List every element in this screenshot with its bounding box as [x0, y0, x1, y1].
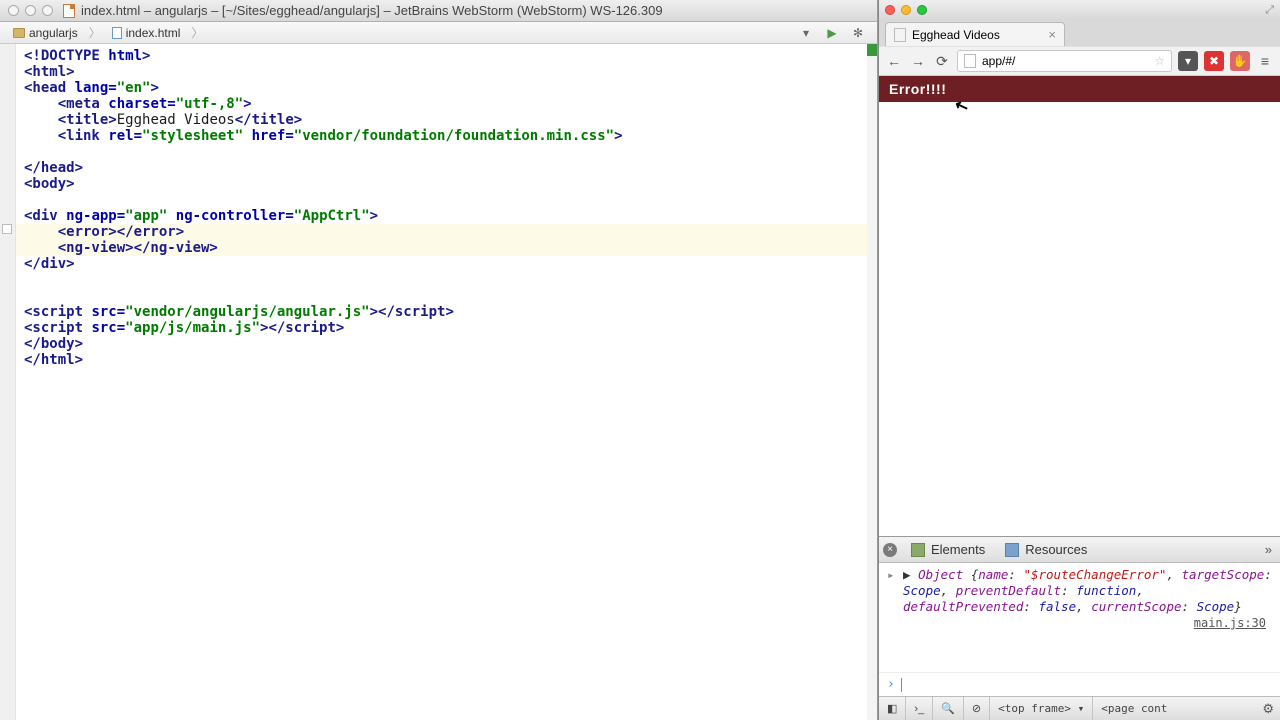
- close-icon: ×: [883, 543, 897, 557]
- maximize-icon[interactable]: ⤢: [1265, 4, 1274, 17]
- browser-tabstrip[interactable]: Egghead Videos ×: [879, 20, 1280, 46]
- console-toggle-icon[interactable]: ›_: [906, 697, 933, 720]
- breadcrumb-project[interactable]: angularjs: [6, 23, 85, 43]
- extension-icon[interactable]: ✋: [1230, 51, 1250, 71]
- console-source-link[interactable]: main.js:30: [903, 615, 1272, 631]
- search-icon[interactable]: 🔍: [933, 697, 964, 720]
- minimize-icon[interactable]: [901, 5, 911, 15]
- error-banner: Error!!!! ↖: [879, 76, 1280, 102]
- gear-icon[interactable]: ✻: [849, 24, 867, 42]
- console-input[interactable]: [901, 678, 1272, 692]
- code-editor[interactable]: <!DOCTYPE html> <html> <head lang="en"> …: [0, 44, 877, 720]
- forward-icon[interactable]: →: [909, 52, 927, 70]
- zoom-icon[interactable]: [42, 5, 53, 16]
- breadcrumb-label: angularjs: [29, 26, 78, 40]
- dock-icon[interactable]: ◧: [879, 697, 906, 720]
- tab-label: Elements: [931, 542, 985, 557]
- breadcrumb-label: index.html: [126, 26, 181, 40]
- console-prompt[interactable]: ›: [879, 672, 1280, 696]
- browser-window: ⤢ Egghead Videos × ← → ⟳ app/#/ ☆ ▾ ✖ ✋ …: [878, 0, 1280, 720]
- resources-icon: [1005, 543, 1019, 557]
- more-tabs-icon[interactable]: »: [1257, 542, 1280, 557]
- devtools-close-button[interactable]: ×: [879, 539, 901, 561]
- expand-arrow-icon[interactable]: ▸: [887, 567, 895, 583]
- cursor-icon: ↖: [952, 94, 972, 118]
- frame-selector[interactable]: <top frame> ▾: [990, 697, 1093, 720]
- ide-title-text: index.html – angularjs – [~/Sites/egghea…: [81, 3, 663, 18]
- page-icon: [894, 28, 906, 42]
- tab-label: Resources: [1025, 542, 1087, 557]
- ide-title: index.html – angularjs – [~/Sites/egghea…: [63, 3, 869, 18]
- bookmark-star-icon[interactable]: ☆: [1154, 54, 1165, 68]
- zoom-icon[interactable]: [917, 5, 927, 15]
- clear-icon[interactable]: ⊘: [964, 697, 990, 720]
- page-icon: [964, 54, 976, 68]
- chevron-right-icon: 〉: [87, 24, 103, 41]
- tab-elements[interactable]: Elements: [901, 537, 995, 562]
- close-tab-icon[interactable]: ×: [1048, 27, 1056, 42]
- extension-icon[interactable]: ▾: [1178, 51, 1198, 71]
- devtools-statusbar: ◧ ›_ 🔍 ⊘ <top frame> ▾ <page cont ⚙: [879, 696, 1280, 720]
- url-text: app/#/: [982, 54, 1015, 68]
- reload-icon[interactable]: ⟳: [933, 52, 951, 70]
- url-input[interactable]: app/#/ ☆: [957, 50, 1172, 72]
- desktop: index.html – angularjs – [~/Sites/egghea…: [0, 0, 1280, 720]
- editor-toolbar: ▾ ▶ ✻: [797, 24, 871, 42]
- devtools-tabbar: × Elements Resources »: [879, 537, 1280, 563]
- browser-tab[interactable]: Egghead Videos ×: [885, 22, 1065, 46]
- back-icon[interactable]: ←: [885, 52, 903, 70]
- folder-icon: [13, 28, 25, 38]
- devtools-panel: × Elements Resources » ▸ ▶ Object {name:…: [879, 536, 1280, 720]
- traffic-lights: [8, 5, 53, 16]
- browser-titlebar[interactable]: ⤢: [879, 0, 1280, 20]
- console-log-entry[interactable]: ▶ Object {name: "$routeChangeError", tar…: [903, 567, 1272, 615]
- context-selector[interactable]: <page cont: [1093, 697, 1175, 720]
- breadcrumb-file[interactable]: index.html: [105, 23, 188, 43]
- html-file-icon: [112, 27, 122, 39]
- elements-icon: [911, 543, 925, 557]
- breadcrumbs: angularjs 〉 index.html 〉: [6, 23, 205, 43]
- adblock-icon[interactable]: ✖: [1204, 51, 1224, 71]
- run-icon[interactable]: ▶: [823, 24, 841, 42]
- html-file-icon: [63, 4, 75, 18]
- tab-title: Egghead Videos: [912, 28, 1000, 42]
- ide-titlebar[interactable]: index.html – angularjs – [~/Sites/egghea…: [0, 0, 877, 22]
- minimize-icon[interactable]: [25, 5, 36, 16]
- tab-resources[interactable]: Resources: [995, 537, 1097, 562]
- close-icon[interactable]: [885, 5, 895, 15]
- ide-window: index.html – angularjs – [~/Sites/egghea…: [0, 0, 878, 720]
- close-icon[interactable]: [8, 5, 19, 16]
- breadcrumb-bar: angularjs 〉 index.html 〉 ▾ ▶ ✻: [0, 22, 877, 44]
- browser-viewport: Error!!!! ↖: [879, 76, 1280, 536]
- gear-icon[interactable]: ⚙: [1256, 701, 1280, 717]
- menu-icon[interactable]: ≡: [1256, 52, 1274, 70]
- browser-toolbar: ← → ⟳ app/#/ ☆ ▾ ✖ ✋ ≡: [879, 46, 1280, 76]
- run-config-dropdown[interactable]: ▾: [797, 24, 815, 42]
- chevron-right-icon: 〉: [189, 24, 205, 41]
- code-content[interactable]: <!DOCTYPE html> <html> <head lang="en"> …: [0, 44, 877, 374]
- error-text: Error!!!!: [889, 81, 946, 97]
- devtools-console[interactable]: ▸ ▶ Object {name: "$routeChangeError", t…: [879, 563, 1280, 672]
- prompt-chevron-icon: ›: [887, 677, 895, 692]
